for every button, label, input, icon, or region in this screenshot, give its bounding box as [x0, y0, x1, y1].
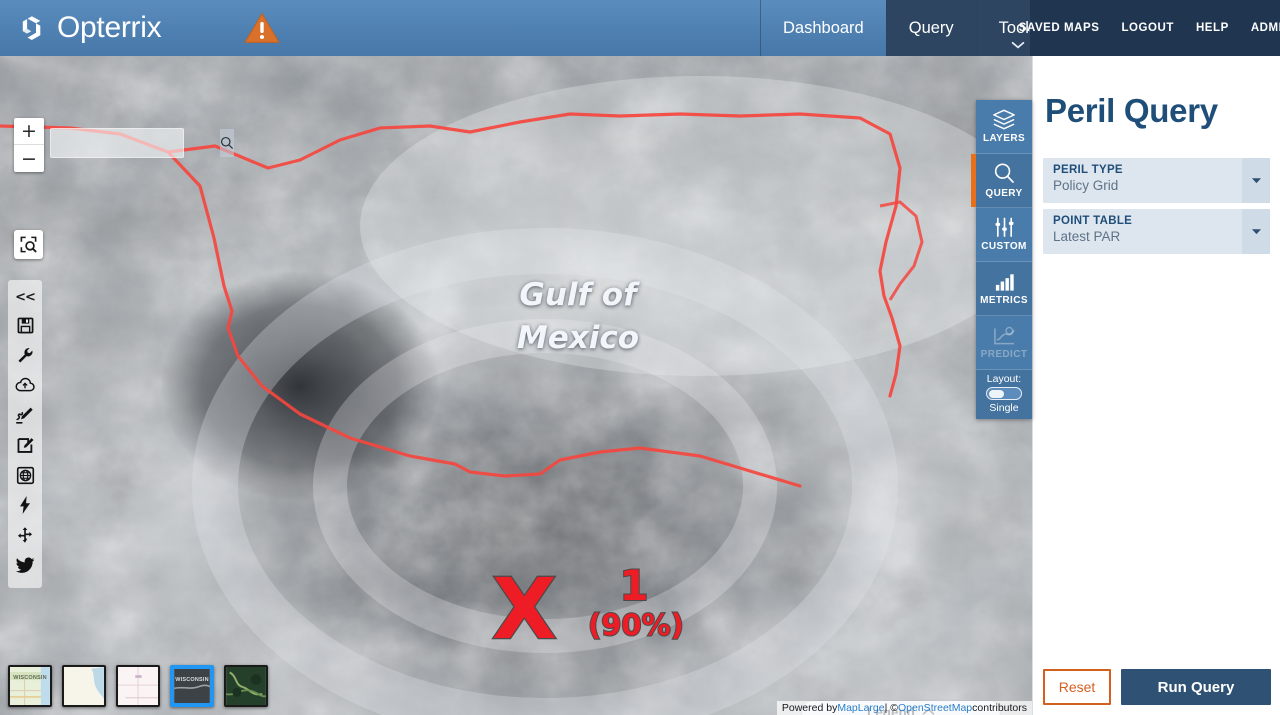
lightning-icon[interactable]	[8, 490, 42, 520]
openstreetmap-link[interactable]: OpenStreetMap	[898, 702, 972, 714]
caret-down-icon[interactable]	[1242, 209, 1270, 254]
field-label: POINT TABLE	[1053, 215, 1133, 227]
zoom-to-box-icon[interactable]	[14, 230, 43, 259]
storm-probability-marker[interactable]: 1 (90%)	[587, 561, 685, 643]
rail-tab-metrics[interactable]: METRICS	[976, 262, 1032, 316]
rail-tab-label: PREDICT	[980, 348, 1028, 360]
twitter-icon[interactable]	[8, 550, 42, 580]
chevron-down-icon	[1011, 41, 1025, 49]
sliders-icon	[995, 217, 1013, 237]
layout-switch[interactable]	[986, 387, 1022, 400]
opterrix-logo-icon	[22, 16, 41, 40]
zoom-control[interactable]: + −	[14, 118, 44, 172]
cloud-upload-icon[interactable]	[8, 370, 42, 400]
top-navigation-bar: Opterrix Dashboard Query Tools SAVED MAP…	[0, 0, 1280, 56]
zoom-out-button[interactable]: −	[14, 145, 44, 172]
rail-tab-label: QUERY	[985, 188, 1023, 199]
panel-tab-rail[interactable]: LAYERS QUERY CUSTOM METRICS PREDICT Layo…	[971, 100, 1032, 419]
collapse-toolbar-button[interactable]: <<	[8, 284, 42, 310]
nav-link-logout[interactable]: LOGOUT	[1121, 22, 1174, 34]
brand[interactable]: Opterrix	[18, 8, 162, 48]
caret-down-icon[interactable]	[1242, 158, 1270, 203]
field-point-table[interactable]: POINT TABLE Latest PAR	[1043, 209, 1270, 254]
reset-button[interactable]: Reset	[1043, 669, 1111, 705]
search-icon	[994, 163, 1014, 184]
nav-link-saved-maps[interactable]: SAVED MAPS	[1019, 22, 1100, 34]
x-marker-icon[interactable]: X	[491, 566, 558, 653]
rail-tab-custom[interactable]: CUSTOM	[976, 208, 1032, 262]
save-icon[interactable]	[8, 310, 42, 340]
nav-tab-label: Query	[908, 18, 954, 37]
field-text: POINT TABLE Latest PAR	[1043, 209, 1242, 254]
nav-tab-query[interactable]: Query	[885, 0, 976, 56]
rail-tab-label: METRICS	[980, 294, 1028, 306]
panel-actions: Reset Run Query	[1033, 659, 1280, 715]
page-title: Peril Query	[1045, 92, 1218, 129]
layout-value: Single	[989, 402, 1019, 414]
brand-name: Opterrix	[57, 11, 162, 44]
search-input[interactable]	[51, 129, 220, 157]
nav-links[interactable]: SAVED MAPS LOGOUT HELP ADMIN	[1019, 0, 1280, 56]
app-root: Gulf of Mexico X 1 (90%) + − << WISCONSI…	[0, 0, 1280, 715]
field-value: Policy Grid	[1053, 178, 1119, 193]
nav-link-admin[interactable]: ADMIN	[1251, 22, 1280, 34]
warning-triangle-icon[interactable]	[243, 11, 281, 45]
basemap-switcher[interactable]: WISCONSIN WISCONSIN	[8, 665, 268, 707]
query-fields: PERIL TYPE Policy Grid POINT TABLE Lates…	[1043, 158, 1270, 254]
wrench-icon[interactable]	[8, 340, 42, 370]
edit-note-icon[interactable]	[8, 430, 42, 460]
rail-tab-query[interactable]: QUERY	[971, 154, 1032, 208]
move-icon[interactable]	[8, 520, 42, 550]
rail-tab-label: LAYERS	[982, 133, 1026, 144]
zoom-in-button[interactable]: +	[14, 118, 44, 145]
nav-tab-label: Dashboard	[783, 18, 864, 37]
draw-pen-icon[interactable]	[8, 400, 42, 430]
map-viewport[interactable]: Gulf of Mexico X 1 (90%) + − << WISCONSI…	[0, 56, 1032, 715]
search-icon[interactable]	[220, 129, 234, 157]
basemap-label: WISCONSIN	[13, 675, 47, 681]
field-text: PERIL TYPE Policy Grid	[1043, 158, 1242, 203]
layers-icon	[993, 109, 1015, 130]
layout-toggle-group[interactable]: Layout: Single	[976, 370, 1032, 419]
nav-tabs[interactable]: Dashboard Query Tools	[760, 0, 1060, 56]
storm-percent: (90%)	[587, 608, 685, 643]
field-label: PERIL TYPE	[1053, 164, 1123, 176]
predict-chart-icon	[993, 326, 1015, 344]
maplarge-link[interactable]: MapLarge	[837, 702, 884, 714]
basemap-thumb-toner[interactable]	[116, 665, 160, 707]
map-tool-rail[interactable]: <<	[8, 280, 42, 588]
storm-number: 1	[618, 561, 649, 610]
query-panel: Peril Query PERIL TYPE Policy Grid POINT…	[1032, 56, 1280, 715]
map-attribution: Powered by MapLarge | © OpenStreetMap co…	[776, 701, 1032, 715]
basemap-thumb-terrain[interactable]	[224, 665, 268, 707]
attrib-suffix: contributors	[972, 702, 1027, 714]
attrib-prefix: Powered by	[781, 702, 838, 714]
basemap-thumb-streets[interactable]: WISCONSIN	[8, 665, 52, 707]
globe-icon[interactable]	[8, 460, 42, 490]
run-query-button[interactable]: Run Query	[1121, 669, 1271, 705]
basemap-thumb-light[interactable]	[62, 665, 106, 707]
field-value: Latest PAR	[1053, 229, 1121, 244]
layout-label: Layout:	[986, 373, 1022, 385]
nav-link-help[interactable]: HELP	[1196, 22, 1229, 34]
map-search-box[interactable]	[50, 128, 234, 158]
field-peril-type[interactable]: PERIL TYPE Policy Grid	[1043, 158, 1270, 203]
attrib-separator: | ©	[884, 702, 898, 714]
rail-tab-layers[interactable]: LAYERS	[976, 100, 1032, 154]
rail-tab-predict: PREDICT	[976, 316, 1032, 370]
nav-tab-dashboard[interactable]: Dashboard	[760, 0, 886, 56]
rail-tab-label: CUSTOM	[981, 241, 1027, 252]
basemap-thumb-satellite[interactable]: WISCONSIN	[170, 665, 214, 707]
basemap-label: WISCONSIN	[175, 677, 209, 683]
bar-chart-icon	[995, 273, 1014, 291]
